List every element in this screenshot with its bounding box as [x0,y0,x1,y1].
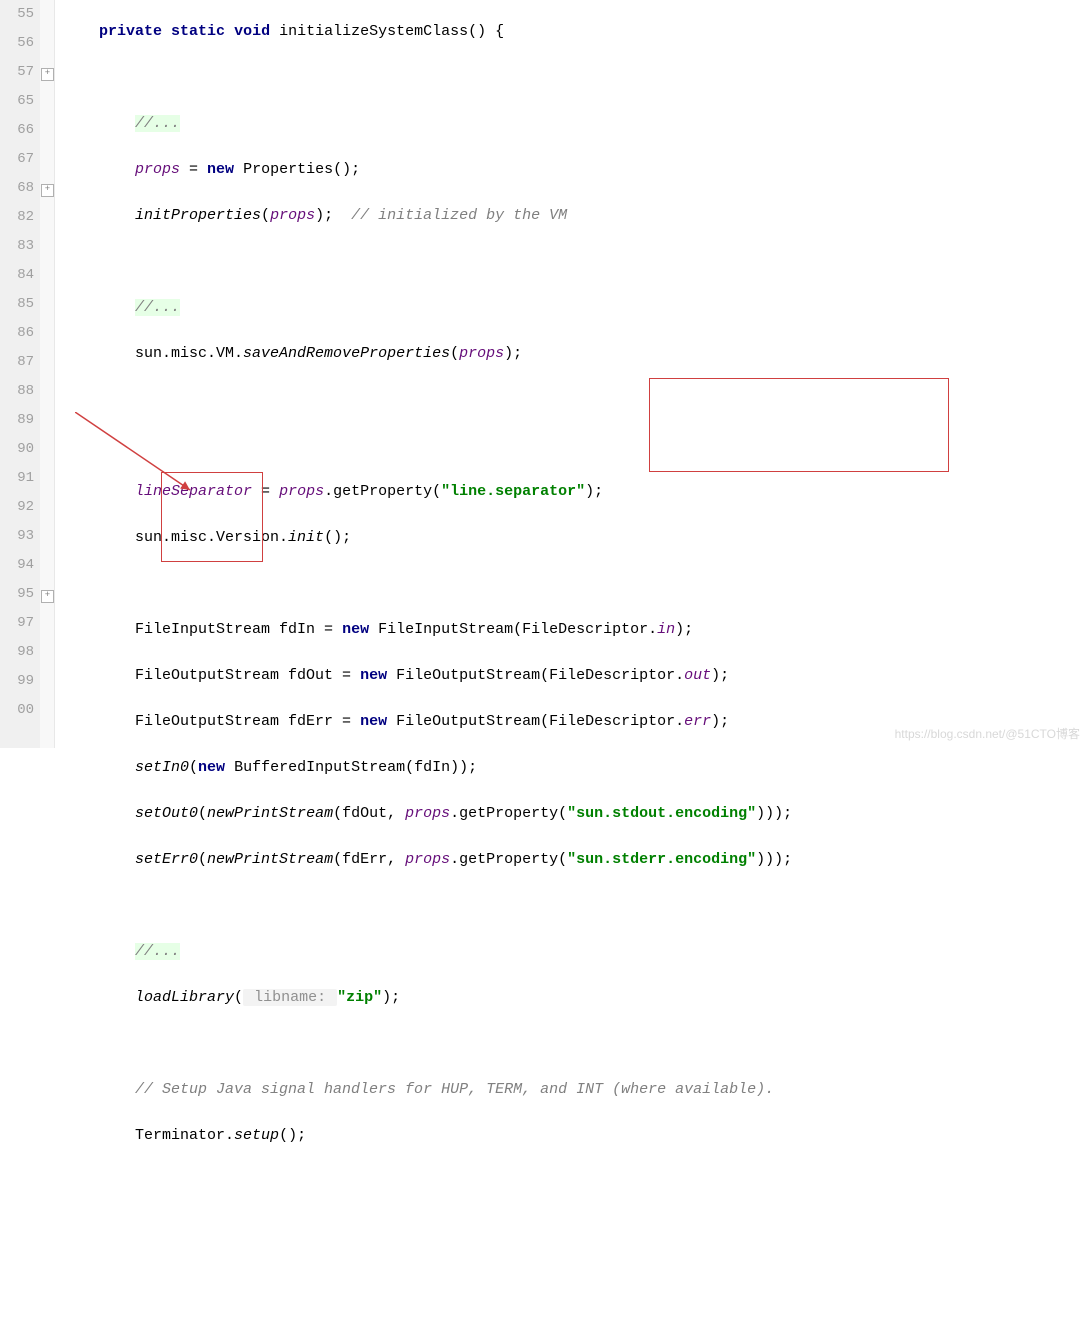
code-line[interactable] [63,1167,1090,1196]
code-line[interactable]: //... [63,109,1090,138]
line-number: 85 [4,290,34,319]
line-number: 94 [4,551,34,580]
code-line[interactable]: loadLibrary( libname: "zip"); [63,983,1090,1012]
line-number: 91 [4,464,34,493]
line-number: 68 [4,174,34,203]
fold-expand-icon[interactable]: + [41,184,54,197]
code-line[interactable] [63,1029,1090,1058]
line-number: 90 [4,435,34,464]
line-number: 65 [4,87,34,116]
line-number: 89 [4,406,34,435]
line-number: 66 [4,116,34,145]
code-line[interactable] [63,431,1090,460]
line-number: 00 [4,696,34,725]
code-line[interactable]: sun.misc.VM.saveAndRemoveProperties(prop… [63,339,1090,368]
watermark-text: https://blog.csdn.net/@51CTO博客 [895,725,1080,742]
fold-expand-icon[interactable]: + [41,68,54,81]
fold-gutter: + + + [40,0,55,748]
code-line[interactable]: initProperties(props); // initialized by… [63,201,1090,230]
line-number: 55 [4,0,34,29]
line-number: 67 [4,145,34,174]
line-number: 88 [4,377,34,406]
line-number [4,725,34,754]
code-line[interactable]: private static void initializeSystemClas… [63,17,1090,46]
code-line[interactable]: setOut0(newPrintStream(fdOut, props.getP… [63,799,1090,828]
line-number: 95 [4,580,34,609]
code-line[interactable] [63,569,1090,598]
line-number: 86 [4,319,34,348]
line-number: 93 [4,522,34,551]
line-number: 92 [4,493,34,522]
code-line[interactable]: sun.misc.Version.init(); [63,523,1090,552]
code-line[interactable] [63,247,1090,276]
code-line[interactable]: setErr0(newPrintStream(fdErr, props.getP… [63,845,1090,874]
line-number-gutter: 55 56 57 65 66 67 68 82 83 84 85 86 87 8… [0,0,40,748]
code-line[interactable]: // Setup Java signal handlers for HUP, T… [63,1075,1090,1104]
code-area[interactable]: private static void initializeSystemClas… [55,0,1090,748]
code-line[interactable]: FileInputStream fdIn = new FileInputStre… [63,615,1090,644]
line-number: 87 [4,348,34,377]
code-line[interactable]: //... [63,293,1090,322]
line-number: 57 [4,58,34,87]
line-number: 98 [4,638,34,667]
line-number: 84 [4,261,34,290]
line-number: 97 [4,609,34,638]
code-line[interactable]: Terminator.setup(); [63,1121,1090,1150]
fold-expand-icon[interactable]: + [41,590,54,603]
code-line[interactable] [63,891,1090,920]
line-number: 99 [4,667,34,696]
line-number: 56 [4,29,34,58]
code-line[interactable]: setIn0(new BufferedInputStream(fdIn)); [63,753,1090,782]
line-number: 82 [4,203,34,232]
code-line[interactable]: props = new Properties(); [63,155,1090,184]
code-line[interactable] [63,385,1090,414]
line-number: 83 [4,232,34,261]
code-line[interactable]: lineSeparator = props.getProperty("line.… [63,477,1090,506]
code-line[interactable] [63,63,1090,92]
code-line[interactable]: FileOutputStream fdOut = new FileOutputS… [63,661,1090,690]
code-editor[interactable]: 55 56 57 65 66 67 68 82 83 84 85 86 87 8… [0,0,1090,748]
code-line[interactable]: //... [63,937,1090,966]
